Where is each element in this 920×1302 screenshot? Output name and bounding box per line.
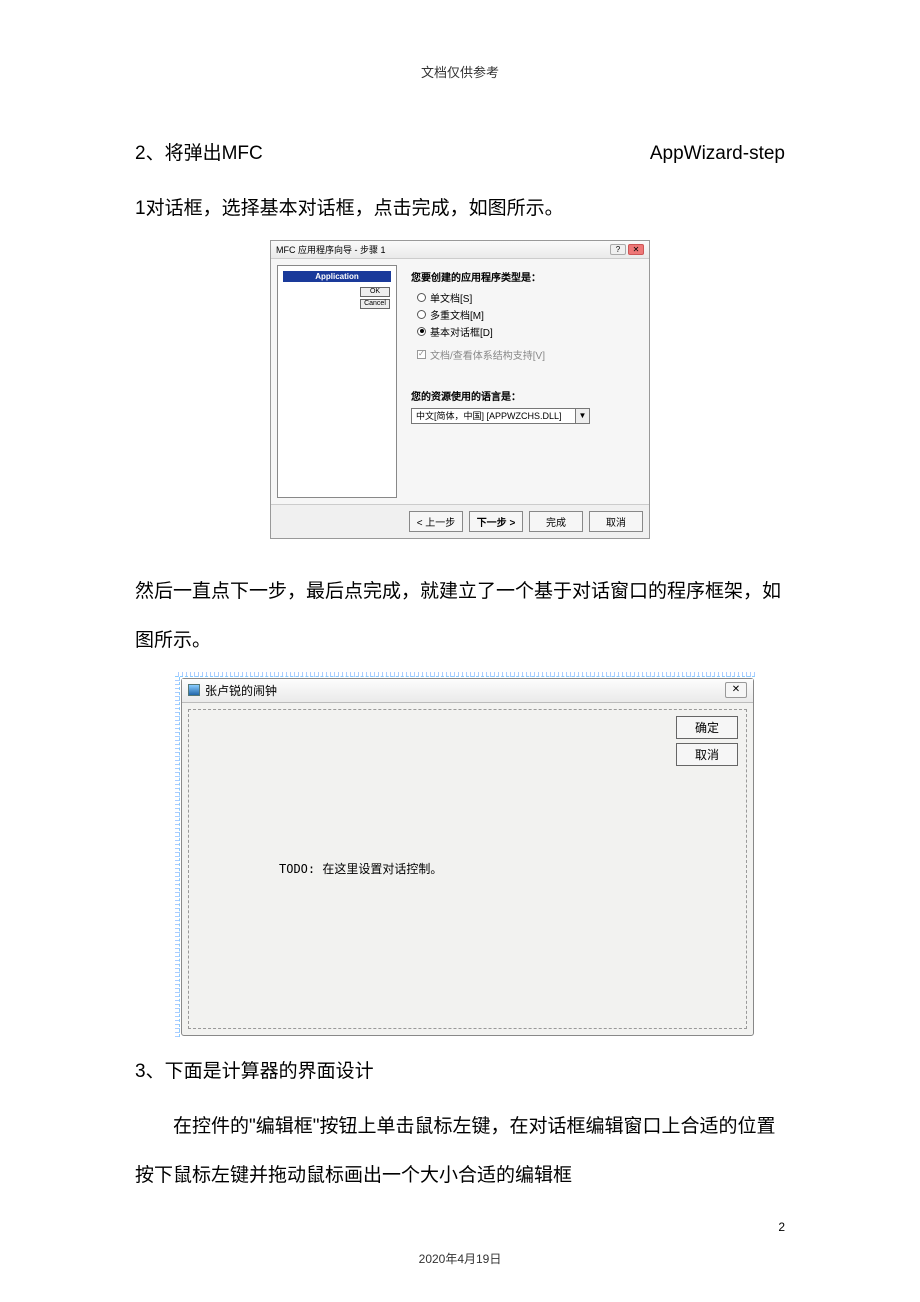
checkbox-docview[interactable]: 文档/查看体系结构支持[V]	[417, 347, 641, 362]
wizard-title-text: MFC 应用程序向导 - 步骤 1	[276, 243, 386, 256]
radio-label: 多重文档[M]	[430, 307, 484, 322]
paragraph-4: 3、下面是计算器的界面设计	[135, 1047, 785, 1096]
dialog-title: 张卢锐的闹钟	[205, 682, 277, 699]
radio-multi-doc[interactable]: 多重文档[M]	[417, 307, 641, 322]
checkbox-icon	[417, 350, 426, 359]
para1-left: 2、将弹出MFC	[135, 129, 263, 178]
cancel-button[interactable]: 取消	[589, 511, 643, 532]
page-number: 2	[778, 1220, 785, 1234]
paragraph-2: 1对话框，选择基本对话框，点击完成，如图所示。	[135, 184, 785, 233]
footer-date: 2020年4月19日	[0, 1250, 920, 1267]
todo-placeholder: TODO: 在这里设置对话控制。	[279, 860, 442, 877]
dialog-ok-button[interactable]: 确定	[676, 716, 738, 739]
paragraph-1: 2、将弹出MFC AppWizard-step	[135, 129, 785, 178]
chevron-down-icon[interactable]: ▼	[576, 408, 590, 424]
radio-icon	[417, 310, 426, 319]
preview-ok-button: OK	[360, 287, 390, 297]
radio-dialog[interactable]: 基本对话框[D]	[417, 324, 641, 339]
radio-single-doc[interactable]: 单文档[S]	[417, 290, 641, 305]
close-icon[interactable]: ✕	[628, 244, 644, 255]
radio-label: 单文档[S]	[430, 290, 472, 305]
lang-dropdown[interactable]: 中文[简体，中国] [APPWZCHS.DLL] ▼	[411, 408, 641, 424]
dialog-close-button[interactable]: ✕	[725, 682, 747, 698]
paragraph-5: 在控件的"编辑框"按钮上单击鼠标左键，在对话框编辑窗口上合适的位置按下鼠标左键并…	[135, 1102, 785, 1201]
para1-right: AppWizard-step	[650, 129, 785, 178]
preview-cancel-button: Cancel	[360, 299, 390, 309]
dialog-cancel-button[interactable]: 取消	[676, 743, 738, 766]
dialog-window: 张卢锐的闹钟 ✕ 确定 取消 TODO: 在这里设置对话控制。	[181, 678, 754, 1036]
radio-icon	[417, 327, 426, 336]
wizard-options: 您要创建的应用程序类型是： 单文档[S] 多重文档[M] 基本对话框[D] 文档…	[403, 259, 649, 504]
question-lang: 您的资源使用的语言是：	[411, 388, 641, 403]
app-icon	[188, 684, 200, 696]
dialog-content: 确定 取消 TODO: 在这里设置对话控制。	[188, 709, 747, 1029]
paragraph-3: 然后一直点下一步，最后点完成，就建立了一个基于对话窗口的程序框架，如图所示。	[135, 567, 785, 666]
checkbox-label: 文档/查看体系结构支持[V]	[430, 347, 545, 362]
radio-icon	[417, 293, 426, 302]
dialog-titlebar: 张卢锐的闹钟 ✕	[182, 679, 753, 703]
help-icon[interactable]: ?	[610, 244, 626, 255]
wizard-dialog: MFC 应用程序向导 - 步骤 1 ? ✕ Application OK Can…	[270, 240, 650, 539]
next-button[interactable]: 下一步 >	[469, 511, 523, 532]
wizard-footer: < 上一步 下一步 > 完成 取消	[271, 504, 649, 538]
radio-label: 基本对话框[D]	[430, 324, 493, 339]
finish-button[interactable]: 完成	[529, 511, 583, 532]
app-banner: Application	[283, 271, 391, 282]
wizard-preview-pane: Application OK Cancel	[277, 265, 397, 498]
page-content: 2、将弹出MFC AppWizard-step 1对话框，选择基本对话框，点击完…	[0, 81, 920, 1201]
prev-button[interactable]: < 上一步	[409, 511, 463, 532]
dialog-editor: 张卢锐的闹钟 ✕ 确定 取消 TODO: 在这里设置对话控制。	[175, 672, 755, 1037]
wizard-titlebar: MFC 应用程序向导 - 步骤 1 ? ✕	[271, 241, 649, 259]
lang-value: 中文[简体，中国] [APPWZCHS.DLL]	[411, 408, 576, 424]
header-note: 文档仅供参考	[0, 0, 920, 81]
question-type: 您要创建的应用程序类型是：	[411, 269, 641, 284]
